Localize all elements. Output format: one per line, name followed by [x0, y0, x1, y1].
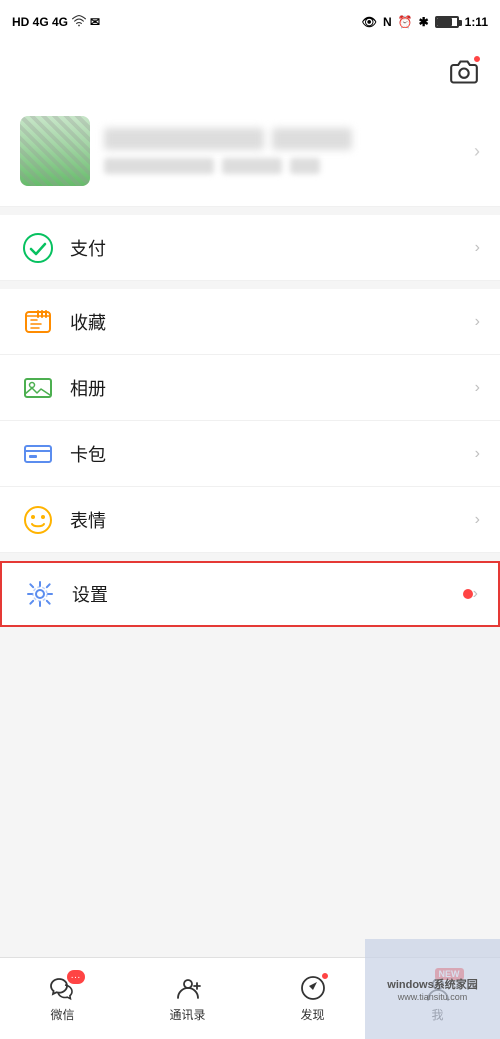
- profile-section[interactable]: ›: [0, 100, 500, 207]
- menu-label-pay: 支付: [70, 235, 475, 261]
- menu-item-settings[interactable]: 设置 ›: [0, 561, 500, 627]
- eye-icon: 👁: [362, 15, 377, 29]
- emoji-icon: [20, 502, 56, 538]
- person-icon: NEW: [424, 974, 452, 1002]
- status-bar: HD 4G 4G ✉ 👁 N ⏰ ✱ 1:11: [0, 0, 500, 44]
- bottom-nav: ··· 微信 通讯录 发现 NEW: [0, 957, 500, 1039]
- divider-pay: [0, 281, 500, 289]
- nav-label-contacts: 通讯录: [169, 1006, 205, 1023]
- profile-name-blurred: [104, 128, 264, 150]
- alarm-icon: ⏰: [398, 15, 413, 29]
- menu-arrow-collect: ›: [475, 313, 480, 331]
- network-indicator: HD 4G 4G: [12, 15, 68, 29]
- menu-item-album[interactable]: 相册 ›: [0, 355, 500, 421]
- time-display: 1:11: [465, 15, 488, 29]
- card-icon: [20, 436, 56, 472]
- menu-arrow-settings: ›: [473, 585, 478, 603]
- menu-label-collect: 收藏: [70, 309, 475, 335]
- menu-arrow-card: ›: [475, 445, 480, 463]
- nfc-icon: N: [383, 15, 392, 29]
- menu-arrow-pay: ›: [475, 239, 480, 257]
- menu-label-settings: 设置: [72, 581, 457, 607]
- menu-arrow-emoji: ›: [475, 511, 480, 529]
- me-new-badge: NEW: [435, 968, 464, 980]
- status-right: 👁 N ⏰ ✱ 1:11: [362, 15, 488, 29]
- menu-label-emoji: 表情: [70, 507, 475, 533]
- profile-arrow: ›: [474, 141, 480, 162]
- pay-icon: [20, 230, 56, 266]
- profile-info: [104, 128, 460, 174]
- contacts-icon: [174, 974, 202, 1002]
- camera-area: [0, 44, 500, 100]
- album-icon: [20, 370, 56, 406]
- nav-item-discover[interactable]: 发现: [250, 958, 375, 1039]
- menu-label-card: 卡包: [70, 441, 475, 467]
- profile-name-blur2: [272, 128, 352, 150]
- divider-1: [0, 207, 500, 215]
- nav-label-me: 我: [431, 1006, 443, 1023]
- menu-label-album: 相册: [70, 375, 475, 401]
- nav-item-me[interactable]: NEW 我: [375, 958, 500, 1039]
- menu-item-collect[interactable]: 收藏 ›: [0, 289, 500, 355]
- menu-item-emoji[interactable]: 表情 ›: [0, 487, 500, 553]
- profile-sub-blur2: [222, 158, 282, 174]
- bluetooth-icon: ✱: [419, 15, 429, 29]
- nav-label-discover: 发现: [300, 1006, 324, 1023]
- menu-section: 支付 › 收藏 › 相册 ›: [0, 215, 500, 627]
- divider-before-settings: [0, 553, 500, 561]
- menu-item-card[interactable]: 卡包 ›: [0, 421, 500, 487]
- wifi-icon: [72, 15, 86, 29]
- camera-notification-dot: [472, 54, 482, 64]
- nav-label-wechat: 微信: [50, 1006, 74, 1023]
- settings-dot: [463, 589, 473, 599]
- nav-item-contacts[interactable]: 通讯录: [125, 958, 250, 1039]
- menu-arrow-album: ›: [475, 379, 480, 397]
- battery-icon: [435, 16, 459, 28]
- messenger-icon: ✉: [90, 15, 100, 29]
- wechat-badge: ···: [67, 970, 85, 984]
- nav-item-wechat[interactable]: ··· 微信: [0, 958, 125, 1039]
- status-left: HD 4G 4G ✉: [12, 15, 100, 29]
- profile-sub-blur3: [290, 158, 320, 174]
- discover-dot: [321, 972, 329, 980]
- collect-icon: [20, 304, 56, 340]
- profile-wechat-id-blur: [104, 158, 214, 174]
- avatar: [20, 116, 90, 186]
- camera-button[interactable]: [444, 52, 484, 92]
- compass-icon: [299, 974, 327, 1002]
- settings-icon: [22, 576, 58, 612]
- menu-item-pay[interactable]: 支付 ›: [0, 215, 500, 281]
- chat-icon: ···: [49, 974, 77, 1002]
